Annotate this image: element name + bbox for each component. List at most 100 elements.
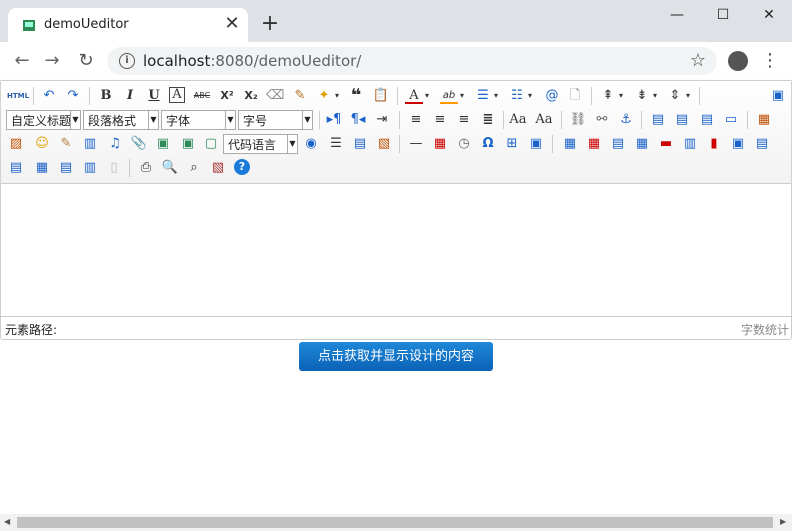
splittorows-icon[interactable]: ▤ bbox=[57, 159, 75, 177]
insertframe-icon[interactable]: ▢ bbox=[202, 135, 220, 153]
deleterow-icon[interactable]: ▬ bbox=[657, 135, 675, 153]
horizontal-scrollbar[interactable]: ◀ ▶ bbox=[0, 514, 792, 531]
undo-icon[interactable]: ↶ bbox=[40, 87, 58, 105]
fontfamily-select[interactable]: 字体 ▼ bbox=[161, 110, 236, 130]
attachment-icon[interactable]: 📎 bbox=[130, 135, 148, 153]
forecolor-dropdown-icon[interactable]: ▾ bbox=[423, 87, 431, 105]
rowspacingbottom-dropdown-icon[interactable]: ▾ bbox=[651, 87, 659, 105]
insertrow-icon[interactable]: ▦ bbox=[633, 135, 651, 153]
rowspacingtop-icon[interactable]: ⇞ bbox=[599, 87, 617, 105]
justifyjustify-icon[interactable]: ≣ bbox=[479, 111, 497, 129]
redo-icon[interactable]: ↷ bbox=[64, 87, 82, 105]
underline-icon[interactable]: U bbox=[145, 87, 163, 105]
html-source-icon[interactable]: HTML bbox=[7, 87, 29, 105]
info-icon[interactable]: i bbox=[119, 53, 135, 69]
emotion-icon[interactable]: ☺ bbox=[33, 135, 51, 153]
ordered-list-icon[interactable]: ☰ bbox=[474, 87, 492, 105]
wordimage-icon[interactable]: ▣ bbox=[527, 135, 545, 153]
fontborder-icon[interactable]: A bbox=[169, 87, 185, 103]
charts-icon[interactable]: ▯ bbox=[105, 159, 123, 177]
backcolor-dropdown-icon[interactable]: ▾ bbox=[458, 87, 466, 105]
scrawl-icon[interactable]: ✎ bbox=[57, 135, 75, 153]
insertparagraphbeforetable-icon[interactable]: ▤ bbox=[609, 135, 627, 153]
deletetable-icon[interactable]: ▦ bbox=[585, 135, 603, 153]
gmap-icon[interactable]: ▣ bbox=[179, 135, 197, 153]
justifyleft-icon[interactable]: ≡ bbox=[407, 111, 425, 129]
date-icon[interactable]: ▦ bbox=[431, 135, 449, 153]
browser-tab[interactable]: demoUeditor ✕ bbox=[8, 8, 248, 42]
unordered-list-dropdown-icon[interactable]: ▾ bbox=[526, 87, 534, 105]
template-icon[interactable]: ▤ bbox=[351, 135, 369, 153]
pasteplain-icon[interactable]: 📋 bbox=[372, 87, 390, 105]
address-bar[interactable]: i localhost:8080/demoUeditor/ bbox=[107, 47, 717, 75]
deletecol-icon[interactable]: ▮ bbox=[705, 135, 723, 153]
code-language-select[interactable]: 代码语言 ▼ bbox=[223, 134, 298, 154]
scroll-right-icon[interactable]: ▶ bbox=[780, 517, 786, 526]
minimize-button[interactable]: — bbox=[654, 0, 700, 30]
rowspacingtop-dropdown-icon[interactable]: ▾ bbox=[617, 87, 625, 105]
maximize-button[interactable]: ☐ bbox=[700, 0, 746, 30]
window-close-button[interactable]: ✕ bbox=[746, 0, 792, 30]
touppercase-icon[interactable]: Aa bbox=[509, 111, 527, 129]
map-icon[interactable]: ▣ bbox=[154, 135, 172, 153]
insertcol-icon[interactable]: ▥ bbox=[681, 135, 699, 153]
searchreplace-icon[interactable]: ⌕ bbox=[185, 159, 203, 177]
superscript-icon[interactable]: X² bbox=[218, 87, 236, 105]
new-tab-button[interactable]: + bbox=[258, 13, 282, 37]
drafts-icon[interactable]: ▧ bbox=[209, 159, 227, 177]
indent-icon[interactable]: ⇥ bbox=[373, 111, 391, 129]
tab-close-icon[interactable]: ✕ bbox=[222, 14, 242, 34]
anchor-icon[interactable]: ⚓ bbox=[617, 111, 635, 129]
directionalityltr-icon[interactable]: ▸¶ bbox=[325, 111, 343, 129]
autotypeset-dropdown-icon[interactable]: ▾ bbox=[333, 87, 341, 105]
splittocells-icon[interactable]: ▦ bbox=[33, 159, 51, 177]
menu-icon[interactable]: ⋮ bbox=[758, 50, 782, 72]
scrollbar-thumb[interactable] bbox=[17, 517, 773, 528]
insertvideo-icon[interactable]: ▥ bbox=[81, 135, 99, 153]
justifycenter-icon[interactable]: ≡ bbox=[431, 111, 449, 129]
directionalityrtl-icon[interactable]: ¶◂ bbox=[349, 111, 367, 129]
forward-icon[interactable]: → bbox=[40, 50, 64, 72]
get-content-button[interactable]: 点击获取并显示设计的内容 bbox=[299, 342, 493, 371]
forecolor-icon[interactable]: A bbox=[405, 87, 423, 104]
reload-icon[interactable]: ↻ bbox=[74, 50, 98, 72]
formatmatch-brush-icon[interactable]: ✎ bbox=[291, 87, 309, 105]
mergedown-icon[interactable]: ▤ bbox=[7, 159, 25, 177]
preview-icon[interactable]: 🔍 bbox=[161, 159, 179, 177]
pagebreak-icon[interactable]: ☰ bbox=[327, 135, 345, 153]
help-icon[interactable]: ? bbox=[234, 159, 250, 175]
autotypeset-icon[interactable]: ✦ bbox=[315, 87, 333, 105]
scroll-left-icon[interactable]: ◀ bbox=[4, 517, 10, 526]
eraser-icon[interactable]: ⌫ bbox=[266, 87, 284, 105]
inserttable-icon[interactable]: ▦ bbox=[561, 135, 579, 153]
bookmark-star-icon[interactable]: ☆ bbox=[686, 50, 710, 72]
ordered-list-dropdown-icon[interactable]: ▾ bbox=[492, 87, 500, 105]
cleardoc-icon[interactable]: 🗋 bbox=[566, 87, 584, 105]
strikethrough-icon[interactable]: ABC bbox=[193, 87, 211, 105]
imagenone-icon[interactable]: ▤ bbox=[649, 111, 667, 129]
time-icon[interactable]: ◷ bbox=[455, 135, 473, 153]
splittocols-icon[interactable]: ▥ bbox=[81, 159, 99, 177]
rowspacingbottom-icon[interactable]: ⇟ bbox=[633, 87, 651, 105]
blockquote-icon[interactable]: ❝ bbox=[347, 87, 365, 105]
simpleupload-icon[interactable]: ▦ bbox=[755, 111, 773, 129]
customstyle-select[interactable]: 自定义标题 ▼ bbox=[6, 110, 81, 130]
backcolor-icon[interactable]: ab bbox=[440, 87, 458, 104]
unordered-list-icon[interactable]: ☷ bbox=[508, 87, 526, 105]
lineheight-dropdown-icon[interactable]: ▾ bbox=[684, 87, 692, 105]
webapp-icon[interactable]: ◉ bbox=[302, 135, 320, 153]
italic-icon[interactable]: I bbox=[121, 87, 139, 105]
spechars-icon[interactable]: Ω bbox=[479, 135, 497, 153]
imageright-icon[interactable]: ▤ bbox=[698, 111, 716, 129]
lineheight-icon[interactable]: ⇕ bbox=[666, 87, 684, 105]
music-icon[interactable]: ♫ bbox=[106, 135, 124, 153]
print-icon[interactable]: ⎙ bbox=[137, 159, 155, 177]
mergeright-icon[interactable]: ▤ bbox=[753, 135, 771, 153]
link-icon[interactable]: ⛓ bbox=[569, 111, 587, 129]
imagecenter-icon[interactable]: ▭ bbox=[722, 111, 740, 129]
mergecells-icon[interactable]: ▣ bbox=[729, 135, 747, 153]
horizontal-icon[interactable]: — bbox=[407, 135, 425, 153]
imageleft-icon[interactable]: ▤ bbox=[673, 111, 691, 129]
paragraph-select[interactable]: 段落格式 ▼ bbox=[83, 110, 159, 130]
tolowercase-icon[interactable]: Aa bbox=[535, 111, 553, 129]
